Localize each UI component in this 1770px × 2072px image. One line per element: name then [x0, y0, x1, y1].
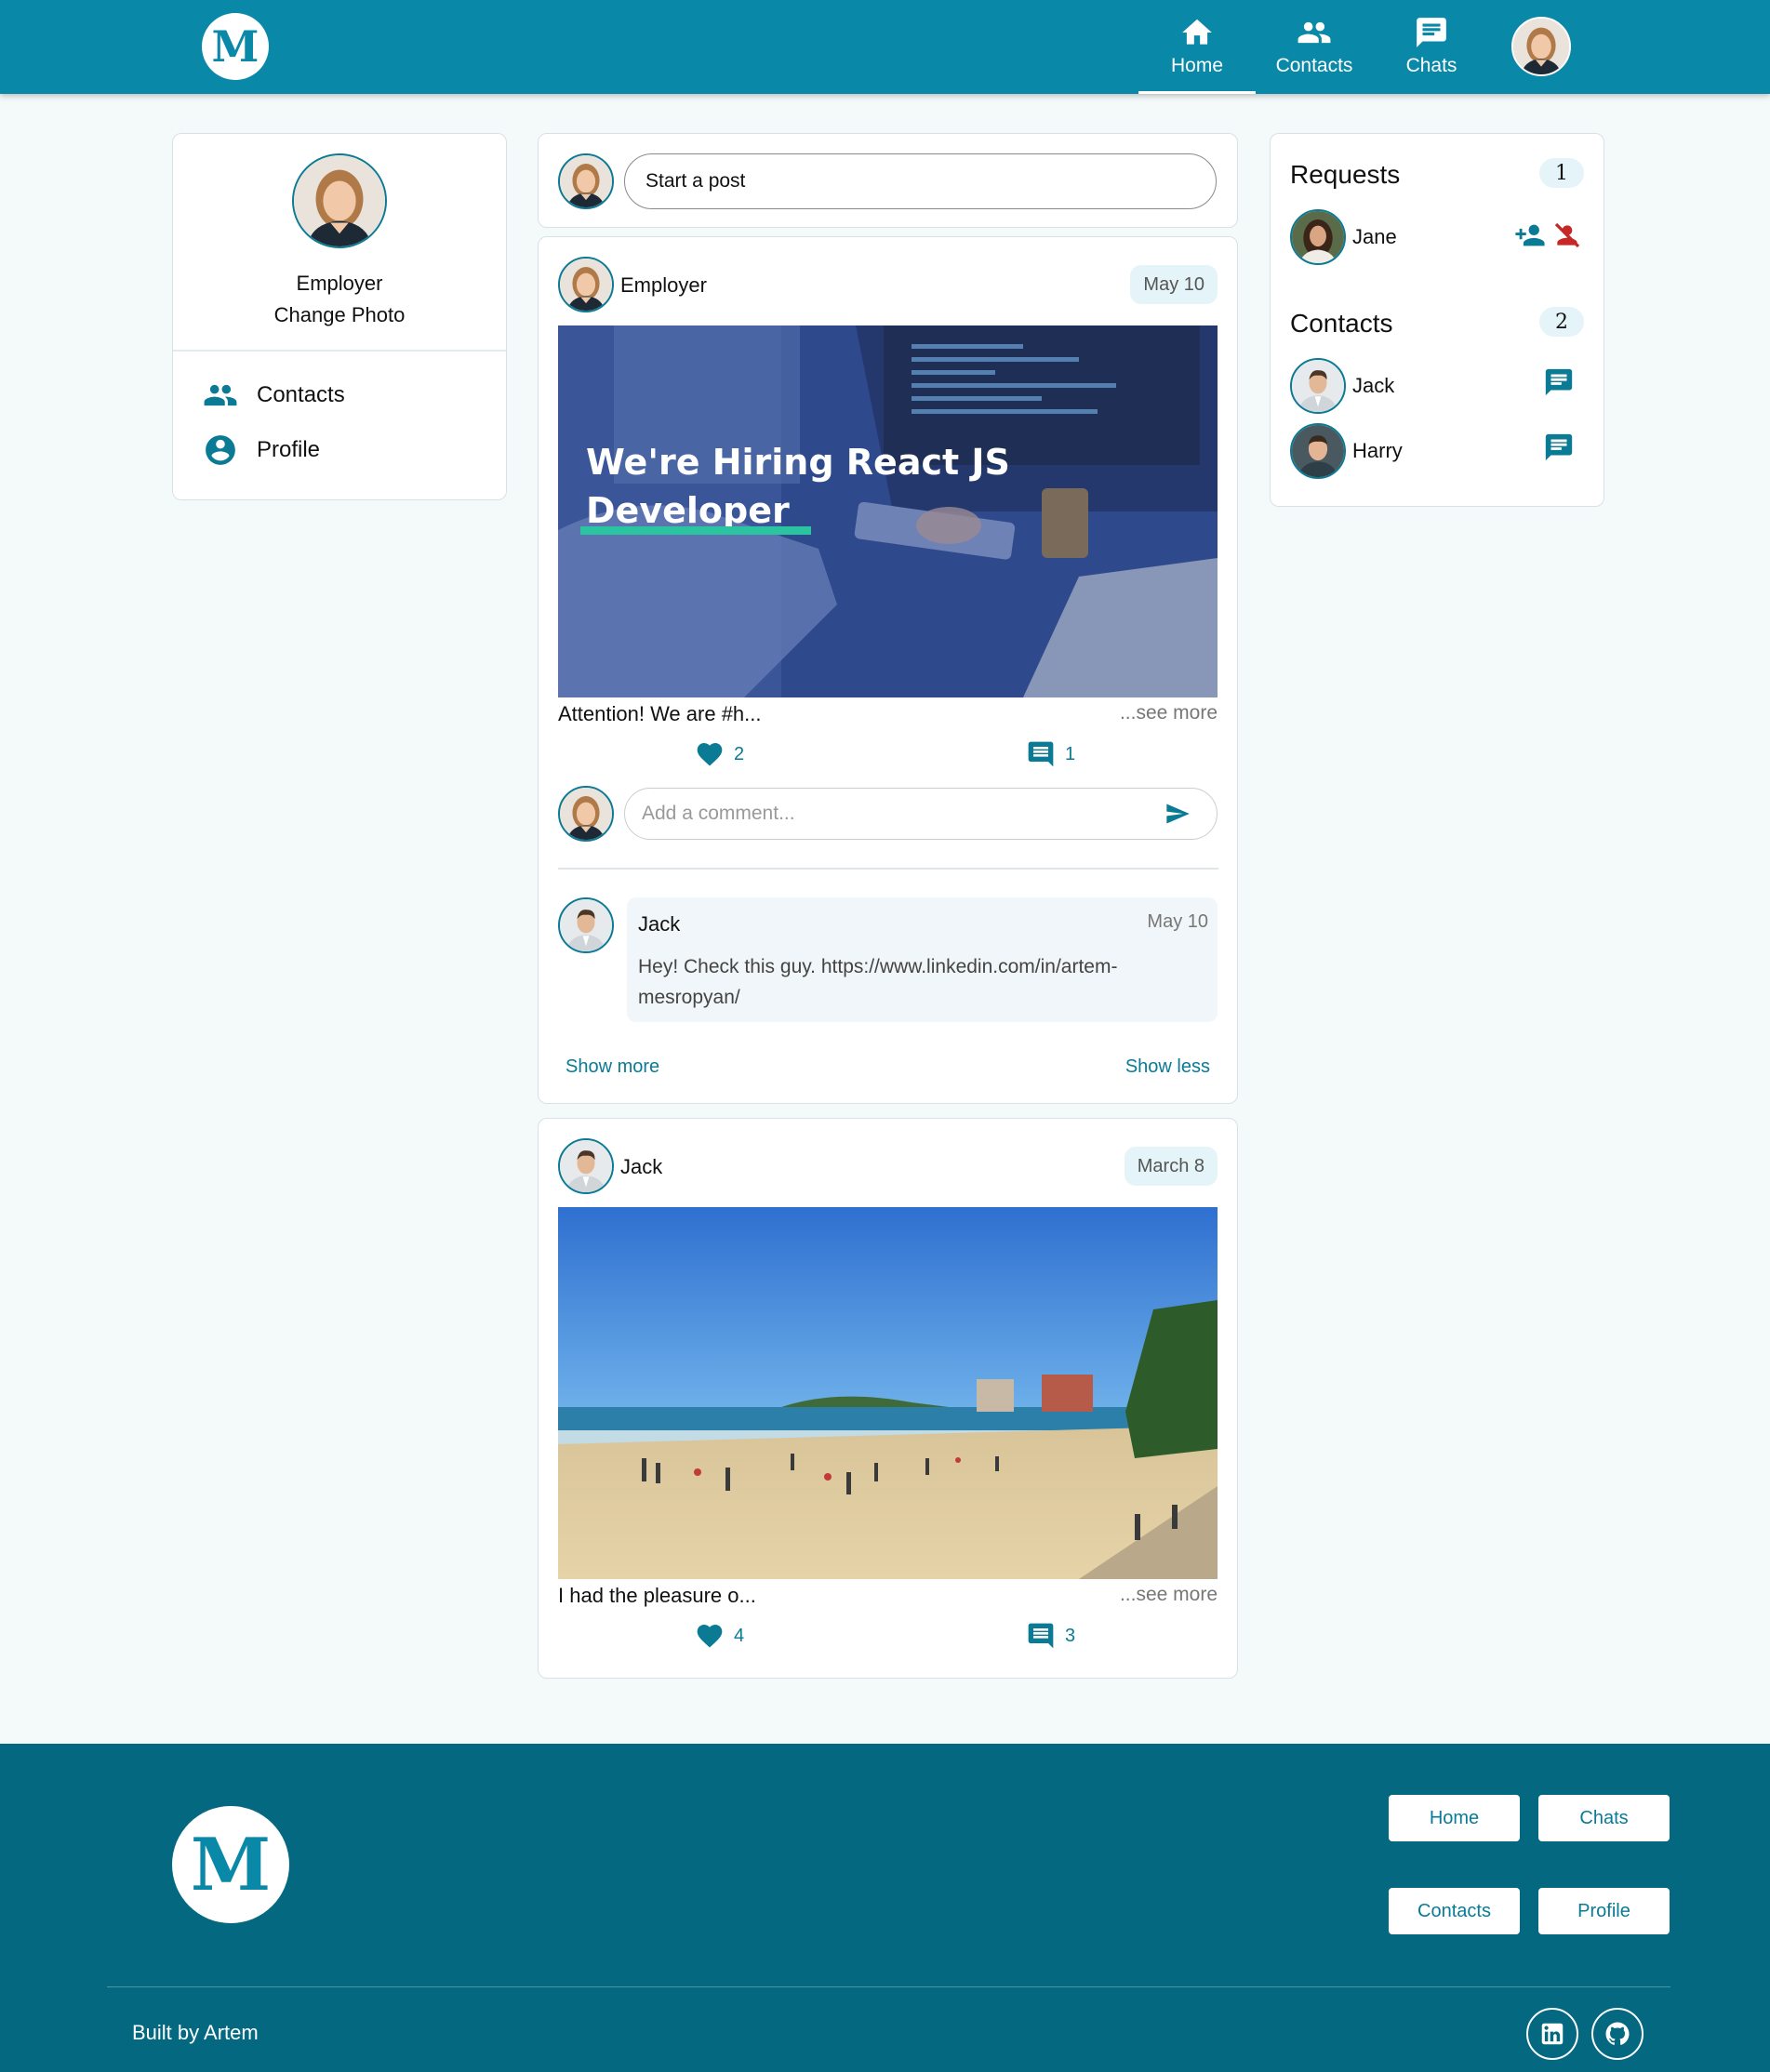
- request-name[interactable]: Jane: [1352, 225, 1397, 249]
- show-more-button[interactable]: Show more: [566, 1056, 659, 1078]
- comment-bubble: Jack May 10 Hey! Check this guy. https:/…: [627, 897, 1218, 1022]
- comment-date: May 10: [1147, 911, 1208, 932]
- comments-button[interactable]: 3: [1026, 1621, 1075, 1651]
- composer-avatar: [558, 153, 614, 209]
- comments-button[interactable]: 1: [1026, 739, 1075, 769]
- sidebar-link-profile-label: Profile: [257, 437, 321, 462]
- sidebar-link-profile[interactable]: Profile: [203, 432, 320, 468]
- decline-request-icon[interactable]: [1552, 219, 1582, 251]
- github-icon: [1605, 2022, 1630, 2045]
- request-avatar-jane[interactable]: [1290, 209, 1346, 265]
- footer-divider: [107, 1986, 1670, 1987]
- footer-logo[interactable]: M: [172, 1806, 289, 1923]
- see-more-link[interactable]: ...see more: [1120, 702, 1218, 724]
- post-image[interactable]: We're Hiring React JS Developer: [558, 325, 1218, 697]
- heart-icon: [697, 743, 723, 766]
- banner-headline-line2: Developer: [586, 490, 790, 531]
- like-button[interactable]: 2: [695, 739, 744, 769]
- heart-icon: [697, 1625, 723, 1648]
- profile-divider: [173, 350, 506, 352]
- footer-contacts-button[interactable]: Contacts: [1389, 1888, 1520, 1934]
- change-photo-link[interactable]: Change Photo: [173, 303, 506, 327]
- comment-count: 3: [1065, 1625, 1076, 1646]
- contact-avatar-jack[interactable]: [1290, 358, 1346, 414]
- nav-home[interactable]: Home: [1138, 0, 1256, 94]
- profile-card: Employer Change Photo Contacts Profile: [172, 133, 507, 500]
- add-comment-input[interactable]: Add a comment...: [624, 788, 1218, 840]
- comment-author[interactable]: Jack: [638, 912, 680, 936]
- contacts-title: Contacts: [1290, 309, 1393, 338]
- contact-avatar-harry[interactable]: [1290, 423, 1346, 479]
- comment-text: Hey! Check this guy. https://www.linkedi…: [638, 956, 1118, 1008]
- contacts-count-badge: 2: [1539, 307, 1584, 337]
- comment-count: 1: [1065, 743, 1076, 764]
- footer-chats-button[interactable]: Chats: [1538, 1795, 1670, 1841]
- footer-home-button[interactable]: Home: [1389, 1795, 1520, 1841]
- like-button[interactable]: 4: [695, 1621, 744, 1651]
- like-count: 2: [734, 743, 745, 764]
- comment-author-avatar[interactable]: [558, 897, 614, 953]
- contact-name[interactable]: Harry: [1352, 439, 1403, 463]
- post-date-badge: March 8: [1124, 1147, 1218, 1186]
- built-by-text: Built by Artem: [132, 2021, 259, 2044]
- footer-logo-letter: M: [190, 1822, 272, 1907]
- add-comment-placeholder: Add a comment...: [642, 803, 795, 824]
- comment-composer-avatar: [558, 786, 614, 842]
- user-avatar[interactable]: [1511, 17, 1571, 76]
- github-link[interactable]: [1591, 2008, 1644, 2060]
- nav-contacts[interactable]: Contacts: [1256, 0, 1373, 94]
- people-icon: [204, 384, 237, 406]
- hiring-banner-image: We're Hiring React JS Developer: [558, 325, 1218, 697]
- comment-icon: [1028, 741, 1054, 767]
- post-composer: Start a post: [538, 133, 1238, 228]
- account-circle-icon: [206, 435, 235, 465]
- post-card: Jack March 8 I had the pleasure o... ...…: [538, 1118, 1238, 1679]
- footer-profile-button[interactable]: Profile: [1538, 1888, 1670, 1934]
- requests-title: Requests: [1290, 160, 1401, 189]
- post-divider: [558, 868, 1218, 870]
- beach-photo: [558, 1207, 1218, 1579]
- post-card: Employer May 10 We're Hiring React JS De…: [538, 236, 1238, 1104]
- requests-contacts-card: Requests 1 Jane Contacts 2 Jack Harry: [1270, 133, 1604, 507]
- post-text: Attention! We are #h...: [558, 702, 762, 725]
- footer: M Home Chats Contacts Profile Built by A…: [0, 1744, 1770, 2072]
- comment-icon: [1028, 1623, 1054, 1649]
- app-logo[interactable]: M: [202, 13, 269, 80]
- start-post-input[interactable]: Start a post: [624, 153, 1217, 209]
- top-navbar: M Home Contacts Chats: [0, 0, 1770, 94]
- see-more-link[interactable]: ...see more: [1120, 1584, 1218, 1606]
- home-icon: [1182, 19, 1212, 45]
- like-count: 4: [734, 1625, 745, 1646]
- post-date-badge: May 10: [1130, 265, 1218, 304]
- profile-name: Employer: [296, 272, 383, 295]
- message-icon[interactable]: [1543, 432, 1575, 463]
- post-author-avatar[interactable]: [558, 1138, 614, 1194]
- profile-avatar[interactable]: [292, 153, 387, 248]
- post-image[interactable]: [558, 1207, 1218, 1579]
- nav-chats[interactable]: Chats: [1373, 0, 1490, 94]
- sidebar-link-contacts[interactable]: Contacts: [203, 378, 345, 413]
- nav-home-label: Home: [1170, 55, 1224, 76]
- send-icon[interactable]: [1163, 801, 1192, 827]
- logo-letter: M: [211, 21, 260, 72]
- contact-name[interactable]: Jack: [1352, 374, 1394, 398]
- chat-icon: [1417, 18, 1446, 47]
- nav-contacts-label: Contacts: [1275, 55, 1353, 76]
- nav-chats-label: Chats: [1405, 55, 1457, 76]
- accept-request-icon[interactable]: [1514, 219, 1546, 251]
- requests-count-badge: 1: [1539, 158, 1584, 188]
- show-less-button[interactable]: Show less: [1125, 1056, 1210, 1078]
- post-author-name[interactable]: Jack: [620, 1155, 662, 1179]
- post-author-name[interactable]: Employer: [620, 273, 707, 298]
- people-icon: [1298, 21, 1331, 44]
- post-author-avatar[interactable]: [558, 257, 614, 312]
- sidebar-link-contacts-label: Contacts: [257, 382, 345, 407]
- linkedin-link[interactable]: [1526, 2008, 1578, 2060]
- post-text: I had the pleasure o...: [558, 1584, 756, 1607]
- banner-headline-line1: We're Hiring React JS: [586, 442, 1010, 483]
- linkedin-icon: [1541, 2023, 1564, 2045]
- message-icon[interactable]: [1543, 366, 1575, 398]
